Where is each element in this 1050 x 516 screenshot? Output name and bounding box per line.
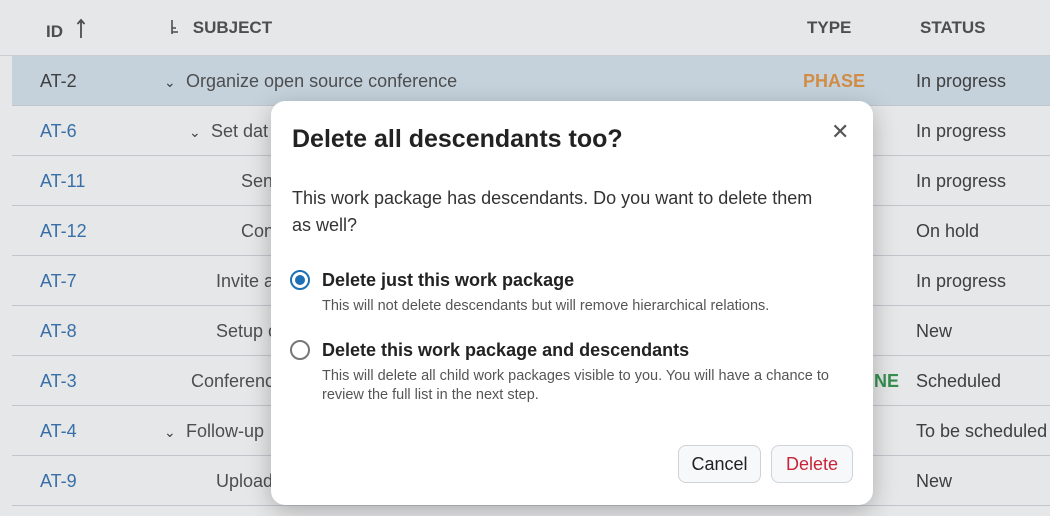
option-label[interactable]: Delete just this work package (322, 270, 574, 291)
delete-descendants-dialog: Delete all descendants too? ✕ This work … (271, 101, 873, 505)
delete-button[interactable]: Delete (771, 445, 853, 483)
option-hint: This will delete all child work packages… (322, 368, 829, 403)
radio-delete-just-this[interactable] (290, 270, 310, 290)
radio-delete-with-descendants[interactable] (290, 340, 310, 360)
close-icon[interactable]: ✕ (831, 119, 849, 145)
option-label[interactable]: Delete this work package and descendants (322, 340, 689, 361)
dialog-title: Delete all descendants too? (292, 125, 623, 153)
cancel-button[interactable]: Cancel (678, 445, 761, 483)
option-hint: This will not delete descendants but wil… (322, 298, 770, 314)
dialog-description: This work package has descendants. Do yo… (292, 188, 813, 235)
